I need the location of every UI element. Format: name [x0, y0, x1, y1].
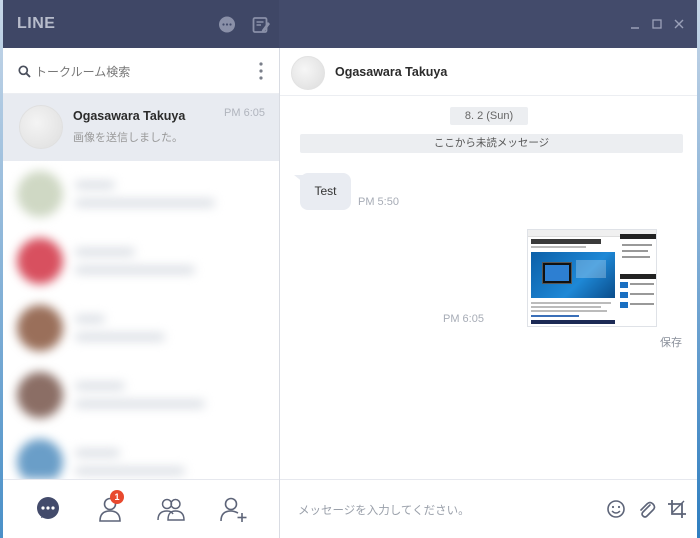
search-input[interactable] [35, 62, 235, 82]
chat-bubble-icon[interactable] [217, 15, 237, 35]
avatar [19, 105, 63, 149]
date-label: 8. 2 (Sun) [450, 107, 528, 125]
message-composer [280, 479, 697, 538]
app-title: LINE [17, 15, 56, 32]
more-options-icon[interactable] [258, 61, 264, 81]
bottom-nav: 1 [3, 479, 279, 538]
image-message-thumbnail[interactable] [527, 229, 657, 327]
message-time: PM 5:50 [358, 196, 399, 208]
list-item[interactable] [3, 161, 279, 228]
blurred-chat-list [3, 161, 279, 479]
message-time: PM 6:05 [443, 313, 484, 325]
avatar [17, 238, 63, 284]
chat-time: PM 6:05 [224, 107, 265, 119]
search-bar [3, 48, 279, 94]
unread-divider: ここから未読メッセージ [300, 134, 683, 153]
crop-icon[interactable] [666, 498, 688, 520]
list-item[interactable] [3, 429, 279, 479]
emoji-icon[interactable] [605, 498, 627, 520]
chat-name: Ogasawara Takuya [73, 109, 186, 123]
attach-icon[interactable] [635, 498, 657, 520]
friends-badge: 1 [110, 490, 124, 504]
list-item[interactable] [3, 362, 279, 429]
title-bar[interactable]: LINE [3, 0, 697, 48]
avatar [17, 372, 63, 418]
list-item[interactable] [3, 228, 279, 295]
groups-icon[interactable] [156, 494, 186, 524]
compose-icon[interactable] [251, 15, 271, 35]
chats-icon[interactable] [33, 494, 63, 524]
save-image-link[interactable]: 保存 [660, 334, 682, 350]
avatar [17, 171, 63, 217]
avatar [17, 439, 63, 479]
add-friend-icon[interactable] [219, 494, 249, 524]
close-icon[interactable] [673, 18, 685, 30]
chat-list-item-active[interactable]: Ogasawara Takuya PM 6:05 画像を送信しました。 [3, 94, 279, 161]
message-bubble[interactable]: Test [300, 173, 351, 210]
message-input[interactable] [298, 500, 578, 520]
minimize-icon[interactable] [629, 18, 641, 30]
avatar[interactable] [291, 56, 325, 90]
search-icon [18, 65, 31, 78]
conversation-panel: Ogasawara Takuya 8. 2 (Sun) ここから未読メッセージ … [280, 48, 697, 538]
conversation-header: Ogasawara Takuya [280, 48, 697, 96]
chat-list-sidebar: Ogasawara Takuya PM 6:05 画像を送信しました。 [3, 48, 280, 538]
list-item[interactable] [3, 295, 279, 362]
maximize-icon[interactable] [651, 18, 663, 30]
contact-name[interactable]: Ogasawara Takuya [335, 65, 447, 79]
chat-preview: 画像を送信しました。 [73, 131, 183, 144]
avatar [17, 305, 63, 351]
line-window: LINE トークルーム検索 Ogasawara Takuya PM 6:05 画… [3, 0, 697, 538]
